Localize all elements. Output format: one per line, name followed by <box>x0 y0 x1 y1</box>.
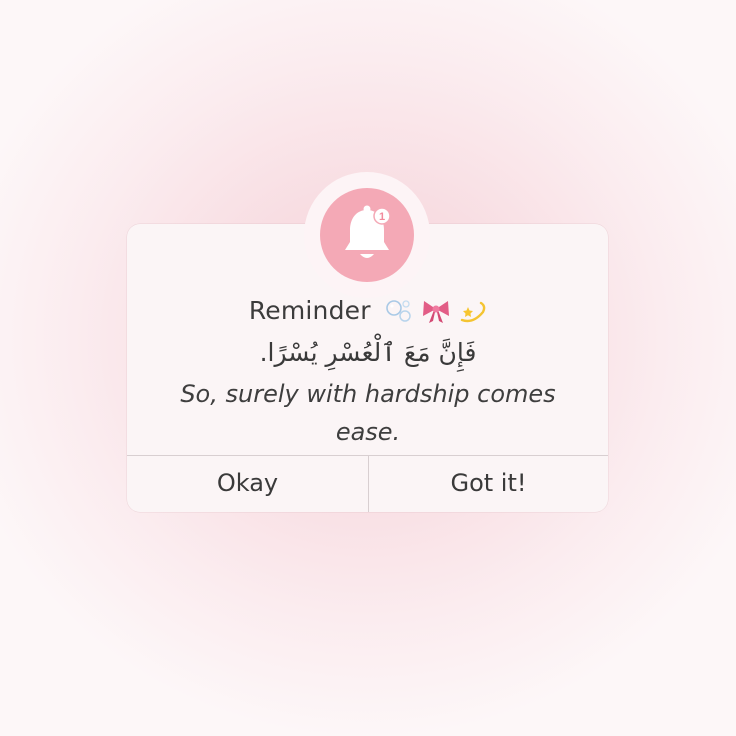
verse-translation: So, surely with hardship comes ease. <box>180 380 556 446</box>
bell-icon: 1 <box>345 205 391 258</box>
bell-badge-circle: 1 <box>320 188 414 282</box>
bubbles-icon <box>386 299 411 322</box>
arabic-verse: فَإِنَّ مَعَ ٱلْعُسْرِ يُسْرًا. <box>259 338 477 367</box>
dialog-title-row: Reminder <box>0 296 736 327</box>
notification-count: 1 <box>379 211 385 223</box>
title-emojis <box>385 295 487 324</box>
notification-badge: 1 <box>304 172 430 298</box>
ribbon-bow-icon <box>423 300 450 323</box>
dialog-title: Reminder <box>248 296 371 325</box>
got-it-button[interactable]: Got it! <box>369 456 608 512</box>
okay-button[interactable]: Okay <box>127 456 368 512</box>
dizzy-star-icon <box>460 301 486 322</box>
